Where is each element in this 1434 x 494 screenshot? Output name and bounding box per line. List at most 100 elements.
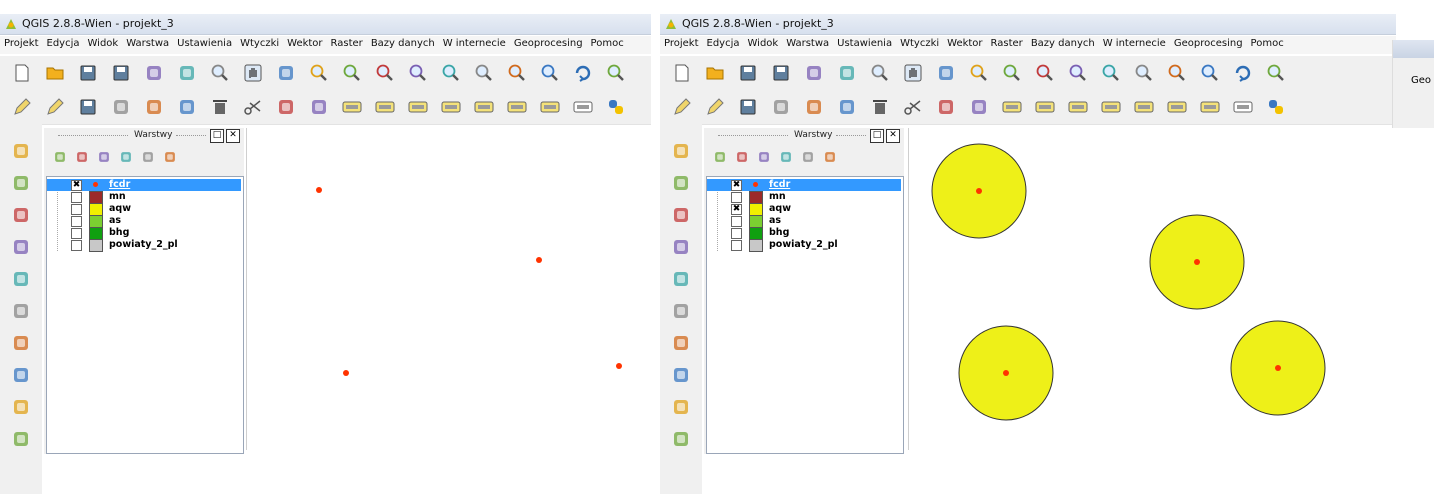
zoom-out-icon[interactable] [340, 61, 364, 85]
touch-zoom-icon[interactable] [868, 61, 892, 85]
expand-all-icon[interactable] [778, 149, 794, 165]
layer-row-bhg[interactable]: bhg [707, 227, 901, 240]
current-edits-icon[interactable] [670, 95, 694, 119]
manage-visibility-icon[interactable] [734, 149, 750, 165]
add-db2-layer-icon[interactable] [668, 330, 694, 356]
zoom-in-icon[interactable] [967, 61, 991, 85]
pan-to-selection-icon[interactable] [274, 61, 298, 85]
label-toolbar-icon[interactable] [1000, 95, 1024, 119]
layer-visibility-checkbox[interactable] [71, 204, 82, 215]
add-group-icon[interactable] [712, 149, 728, 165]
move-feature-icon[interactable] [142, 95, 166, 119]
pan-hand-icon[interactable] [901, 61, 925, 85]
menu-ustawienia[interactable]: Ustawienia [173, 36, 236, 49]
pan-hand-icon[interactable] [241, 61, 265, 85]
menu-raster[interactable]: Raster [987, 36, 1027, 49]
python-icon[interactable] [1264, 95, 1288, 119]
composer-manager-icon[interactable] [835, 61, 859, 85]
menu-geoprocesing-fragment[interactable]: Geo [1411, 75, 1431, 86]
refresh-icon[interactable] [571, 61, 595, 85]
add-wcs-layer-icon[interactable] [8, 394, 34, 420]
layer-row-fcdr[interactable]: ✖ fcdr [707, 179, 901, 191]
layer-row-as[interactable]: as [707, 215, 901, 228]
layer-labeling-icon[interactable] [373, 95, 397, 119]
save-project-icon[interactable] [736, 61, 760, 85]
layer-row-powiaty_2_pl[interactable]: powiaty_2_pl [707, 239, 901, 252]
menu-geoprocesing[interactable]: Geoprocesing [510, 36, 587, 49]
close-panel-button[interactable]: ✕ [226, 129, 240, 143]
zoom-full-icon[interactable] [1066, 61, 1090, 85]
label-toolbar-icon[interactable] [340, 95, 364, 119]
layer-labeling-icon[interactable] [1033, 95, 1057, 119]
remove-layer-icon[interactable] [822, 149, 838, 165]
composer-manager-icon[interactable] [175, 61, 199, 85]
move-label-icon[interactable] [1132, 95, 1156, 119]
layer-visibility-checkbox[interactable] [71, 192, 82, 203]
add-postgis-layer-icon[interactable] [668, 202, 694, 228]
add-wms-layer-icon[interactable] [668, 362, 694, 388]
add-group-icon[interactable] [52, 149, 68, 165]
show-hide-labels-icon[interactable] [1099, 95, 1123, 119]
menu-warstwa[interactable]: Warstwa [122, 36, 173, 49]
menu-geoprocesing[interactable]: Geoprocesing [1170, 36, 1247, 49]
menu-pomoc[interactable]: Pomoc [587, 36, 628, 49]
menu-edycja[interactable]: Edycja [703, 36, 744, 49]
delete-selected-icon[interactable] [868, 95, 892, 119]
paste-features-icon[interactable] [967, 95, 991, 119]
touch-zoom-icon[interactable] [208, 61, 232, 85]
toggle-editing-icon[interactable] [703, 95, 727, 119]
layer-row-powiaty_2_pl[interactable]: powiaty_2_pl [47, 239, 241, 252]
menu-w-internecie[interactable]: W internecie [1099, 36, 1170, 49]
add-mssql-layer-icon[interactable] [8, 266, 34, 292]
layer-row-as[interactable]: as [47, 215, 241, 228]
csw-icon[interactable] [1231, 95, 1255, 119]
copy-features-icon[interactable] [934, 95, 958, 119]
identify-icon[interactable] [1264, 61, 1288, 85]
layer-row-mn[interactable]: mn [47, 191, 241, 204]
add-db2-layer-icon[interactable] [8, 330, 34, 356]
menu-warstwa[interactable]: Warstwa [782, 36, 833, 49]
layer-visibility-checkbox[interactable] [731, 228, 742, 239]
refresh-icon[interactable] [1231, 61, 1255, 85]
layer-row-mn[interactable]: mn [707, 191, 901, 204]
collapse-all-icon[interactable] [800, 149, 816, 165]
zoom-out-icon[interactable] [1000, 61, 1024, 85]
menu-w-internecie[interactable]: W internecie [439, 36, 510, 49]
remove-layer-icon[interactable] [162, 149, 178, 165]
zoom-native-icon[interactable] [1033, 61, 1057, 85]
print-composer-icon[interactable] [802, 61, 826, 85]
new-project-icon[interactable] [10, 61, 34, 85]
zoom-next-icon[interactable] [1198, 61, 1222, 85]
csw-icon[interactable] [571, 95, 595, 119]
change-label-icon[interactable] [1198, 95, 1222, 119]
save-edits-icon[interactable] [76, 95, 100, 119]
add-raster-layer-icon[interactable] [8, 170, 34, 196]
open-project-icon[interactable] [43, 61, 67, 85]
node-tool-icon[interactable] [835, 95, 859, 119]
pan-to-selection-icon[interactable] [934, 61, 958, 85]
move-label-icon[interactable] [472, 95, 496, 119]
menu-wektor[interactable]: Wektor [283, 36, 326, 49]
paste-features-icon[interactable] [307, 95, 331, 119]
float-panel-button[interactable]: □ [870, 129, 884, 143]
menu-wektor[interactable]: Wektor [943, 36, 986, 49]
manage-visibility-icon[interactable] [74, 149, 90, 165]
zoom-to-selection-icon[interactable] [439, 61, 463, 85]
zoom-to-layer-icon[interactable] [1132, 61, 1156, 85]
zoom-to-layer-icon[interactable] [472, 61, 496, 85]
node-tool-icon[interactable] [175, 95, 199, 119]
open-project-icon[interactable] [703, 61, 727, 85]
menu-ustawienia[interactable]: Ustawienia [833, 36, 896, 49]
rotate-label-icon[interactable] [1165, 95, 1189, 119]
menu-projekt[interactable]: Projekt [0, 36, 43, 49]
add-raster-layer-icon[interactable] [668, 170, 694, 196]
move-feature-icon[interactable] [802, 95, 826, 119]
menu-wtyczki[interactable]: Wtyczki [236, 36, 283, 49]
menu-raster[interactable]: Raster [327, 36, 367, 49]
rotate-label-icon[interactable] [505, 95, 529, 119]
add-wfs-layer-icon[interactable] [668, 426, 694, 452]
layer-visibility-checkbox[interactable] [731, 192, 742, 203]
add-vector-layer-icon[interactable] [8, 138, 34, 164]
save-edits-icon[interactable] [736, 95, 760, 119]
add-oracle-layer-icon[interactable] [8, 298, 34, 324]
